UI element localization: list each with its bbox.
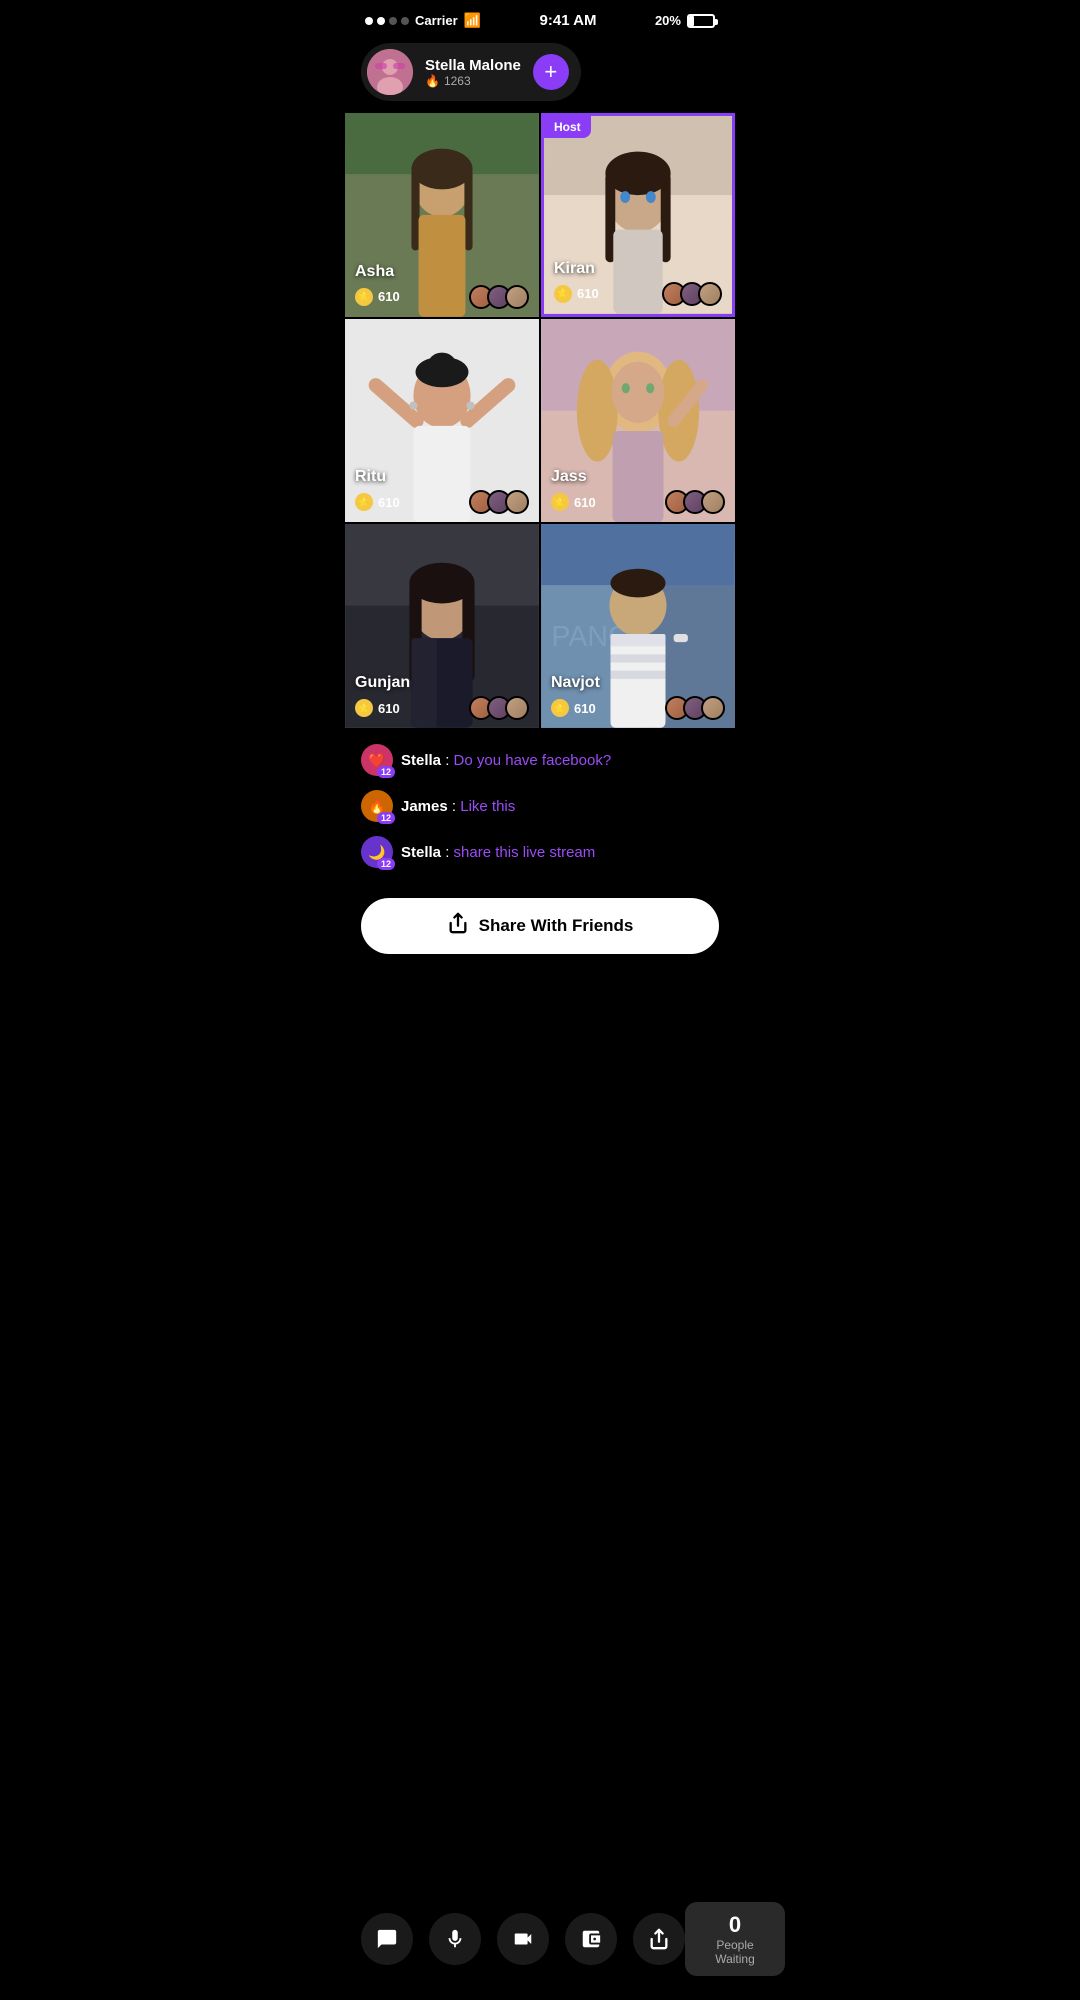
- coin-icon-kiran: ⭐: [554, 285, 572, 303]
- coin-score-gunjan: ⭐ 610: [355, 699, 400, 717]
- cell-bottom-ritu: ⭐ 610: [355, 490, 529, 514]
- avatar-stack-ritu: [469, 490, 529, 514]
- avatar-stack-kiran: [662, 282, 722, 306]
- user-name: Stella Malone: [425, 57, 521, 74]
- chat-level-0: 12: [377, 766, 395, 778]
- bottom-bar: 0 People Waiting: [345, 1890, 735, 2000]
- share-section: Share With Friends: [345, 894, 735, 970]
- host-badge: Host: [544, 116, 591, 138]
- chat-area: ❤️ 12 Stella : Do you have facebook? 🔥 1…: [345, 728, 735, 894]
- avatar: [367, 49, 413, 95]
- mini-avatar-k3: [698, 282, 722, 306]
- signal-dot-1: [365, 17, 373, 25]
- avatar-stack-gunjan: [469, 696, 529, 720]
- user-card: Stella Malone 🔥 1263 +: [361, 43, 581, 101]
- coin-icon-gunjan: ⭐: [355, 699, 373, 717]
- share-btn-label: Share With Friends: [479, 916, 634, 936]
- battery-percent: 20%: [655, 13, 681, 28]
- chat-button[interactable]: [361, 1913, 413, 1965]
- avatar-stack-jass: [665, 490, 725, 514]
- signal-dot-2: [377, 17, 385, 25]
- chat-badge-1: 🔥 12: [361, 790, 393, 822]
- mini-avatar-3: [505, 285, 529, 309]
- video-button[interactable]: [497, 1913, 549, 1965]
- video-cell-navjot[interactable]: PANCA Navjot ⭐ 610: [541, 524, 735, 728]
- mini-avatar-j3: [701, 490, 725, 514]
- cell-bottom-navjot: ⭐ 610: [551, 696, 725, 720]
- video-cell-jass[interactable]: Jass ⭐ 610: [541, 319, 735, 523]
- chat-level-1: 12: [377, 812, 395, 824]
- coin-icon-asha: ⭐: [355, 288, 373, 306]
- coin-icon-jass: ⭐: [551, 493, 569, 511]
- video-cell-asha[interactable]: Asha ⭐ 610: [345, 113, 539, 317]
- chat-text-1: James : Like this: [401, 798, 515, 815]
- score-navjot: 610: [574, 701, 596, 716]
- coin-score-kiran: ⭐ 610: [554, 285, 599, 303]
- people-waiting-label: People Waiting: [703, 1938, 767, 1966]
- chat-message-0: ❤️ 12 Stella : Do you have facebook?: [361, 744, 719, 776]
- signal-dot-3: [389, 17, 397, 25]
- people-waiting-count: 0: [703, 1912, 767, 1938]
- score-jass: 610: [574, 495, 596, 510]
- mini-avatar-g3: [505, 696, 529, 720]
- add-button[interactable]: +: [533, 54, 569, 90]
- score-asha: 610: [378, 289, 400, 304]
- cell-name-jass: Jass: [551, 468, 587, 486]
- video-cell-ritu[interactable]: Ritu ⭐ 610: [345, 319, 539, 523]
- status-bar: Carrier 📶 9:41 AM 20%: [345, 0, 735, 35]
- coin-score-asha: ⭐ 610: [355, 288, 400, 306]
- user-info: Stella Malone 🔥 1263: [425, 57, 521, 88]
- coin-score-jass: ⭐ 610: [551, 493, 596, 511]
- status-time: 9:41 AM: [540, 12, 597, 29]
- chat-badge-2: 🌙 12: [361, 836, 393, 868]
- chat-text-2: Stella : share this live stream: [401, 844, 595, 861]
- fire-icon: 🔥: [425, 74, 440, 88]
- bottom-actions: [361, 1913, 685, 1965]
- cell-name-ritu: Ritu: [355, 468, 386, 486]
- share-with-friends-button[interactable]: Share With Friends: [361, 898, 719, 954]
- mini-avatar-n3: [701, 696, 725, 720]
- chat-message-1: 🔥 12 James : Like this: [361, 790, 719, 822]
- wallet-button[interactable]: [565, 1913, 617, 1965]
- people-waiting-panel: 0 People Waiting: [685, 1902, 785, 1976]
- carrier-label: Carrier: [415, 13, 458, 28]
- cell-name-navjot: Navjot: [551, 674, 600, 692]
- chat-level-2: 12: [377, 858, 395, 870]
- cell-name-kiran: Kiran: [554, 260, 595, 278]
- mic-button[interactable]: [429, 1913, 481, 1965]
- share-button[interactable]: [633, 1913, 685, 1965]
- chat-text-0: Stella : Do you have facebook?: [401, 752, 611, 769]
- cell-bottom-gunjan: ⭐ 610: [355, 696, 529, 720]
- video-cell-gunjan[interactable]: Gunjan ⭐ 610: [345, 524, 539, 728]
- coin-icon-ritu: ⭐: [355, 493, 373, 511]
- wifi-icon: 📶: [464, 12, 481, 29]
- cell-bottom-jass: ⭐ 610: [551, 490, 725, 514]
- score-ritu: 610: [378, 495, 400, 510]
- share-icon: [447, 912, 469, 940]
- coin-score-ritu: ⭐ 610: [355, 493, 400, 511]
- coin-icon-navjot: ⭐: [551, 699, 569, 717]
- coin-score-navjot: ⭐ 610: [551, 699, 596, 717]
- score-value: 1263: [444, 74, 471, 88]
- score-kiran: 610: [577, 286, 599, 301]
- score-gunjan: 610: [378, 701, 400, 716]
- avatar-stack-asha: [469, 285, 529, 309]
- cell-bottom-kiran: ⭐ 610: [554, 282, 722, 306]
- status-right: 20%: [655, 13, 715, 28]
- chat-badge-0: ❤️ 12: [361, 744, 393, 776]
- chat-message-2: 🌙 12 Stella : share this live stream: [361, 836, 719, 868]
- cell-name-gunjan: Gunjan: [355, 674, 410, 692]
- status-left: Carrier 📶: [365, 12, 481, 29]
- signal-dot-4: [401, 17, 409, 25]
- avatar-stack-navjot: [665, 696, 725, 720]
- video-cell-kiran[interactable]: Host Kiran ⭐ 610: [541, 113, 735, 317]
- cell-name-asha: Asha: [355, 263, 394, 281]
- cell-bottom-asha: ⭐ 610: [355, 285, 529, 309]
- mini-avatar-r3: [505, 490, 529, 514]
- video-grid: Asha ⭐ 610: [345, 113, 735, 728]
- battery-icon: [687, 14, 715, 28]
- user-score: 🔥 1263: [425, 74, 521, 88]
- signal-dots: [365, 17, 409, 25]
